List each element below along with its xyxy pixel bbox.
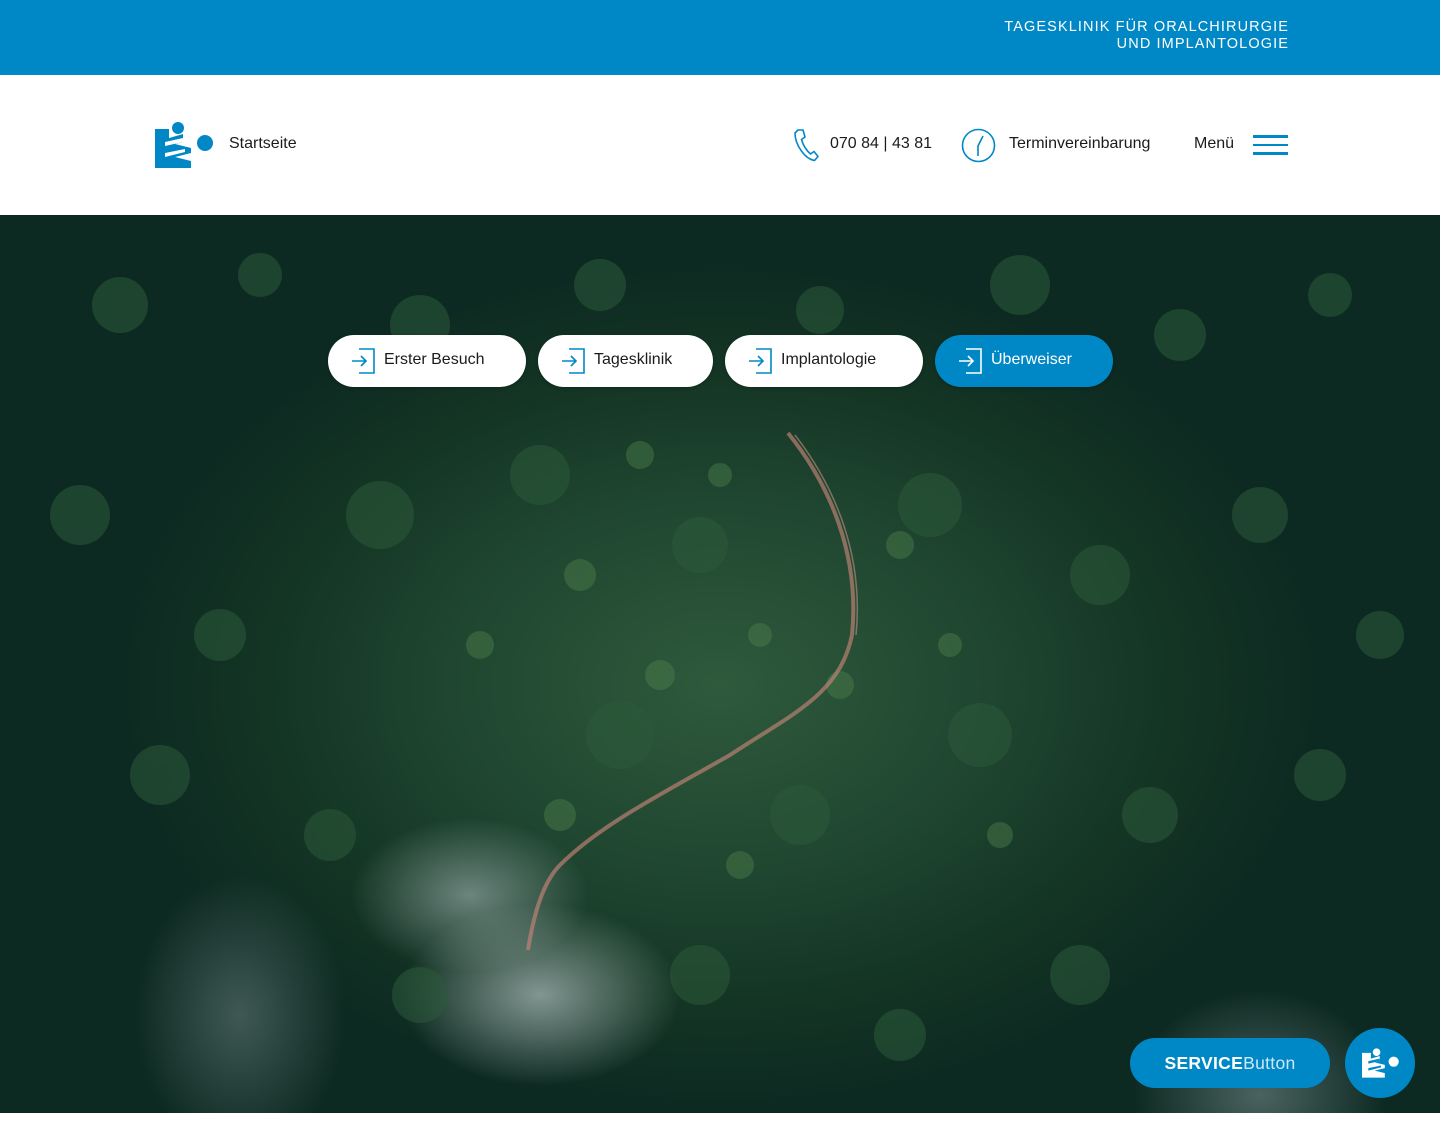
hamburger-line [1253, 143, 1288, 146]
tagline: TAGESKLINIK FÜR ORALCHIRURGIE UND IMPLAN… [1004, 19, 1289, 53]
nav-pill-label: Tagesklinik [594, 351, 673, 368]
hamburger-line [1253, 152, 1288, 155]
phone-number[interactable]: 070 84 | 43 81 [830, 135, 932, 153]
login-arrow-icon [561, 348, 585, 374]
nav-pill-erster-besuch[interactable]: Erster Besuch [328, 335, 526, 387]
hamburger-icon[interactable] [1253, 135, 1288, 155]
site-header: Startseite 070 84 | 43 81 Terminvereinba… [0, 75, 1440, 215]
top-bar: TAGESKLINIK FÜR ORALCHIRURGIE UND IMPLAN… [0, 0, 1440, 75]
clinic-logo-icon [1362, 1048, 1399, 1078]
login-arrow-icon [351, 348, 375, 374]
service-label-light: Button [1243, 1053, 1296, 1073]
appointment-link[interactable]: Terminvereinbarung [1009, 135, 1150, 153]
hero-image: Erster Besuch Tagesklinik Implantologie … [0, 215, 1440, 1113]
service-label-strong: SERVICE [1164, 1053, 1244, 1073]
menu-label[interactable]: Menü [1194, 135, 1234, 153]
clock-icon[interactable] [961, 128, 996, 163]
tagline-line-1: TAGESKLINIK FÜR ORALCHIRURGIE [1004, 19, 1289, 35]
home-link[interactable]: Startseite [229, 135, 297, 153]
service-button[interactable]: SERVICEButton [1130, 1038, 1330, 1088]
nav-pill-label: Überweiser [991, 351, 1072, 368]
login-arrow-icon [748, 348, 772, 374]
login-arrow-icon [958, 348, 982, 374]
nav-pill-implantologie[interactable]: Implantologie [725, 335, 923, 387]
hamburger-line [1253, 135, 1288, 138]
nav-pill-ueberweiser[interactable]: Überweiser [935, 335, 1113, 387]
forest-texture [50, 253, 1404, 1061]
tagline-line-2: UND IMPLANTOLOGIE [1116, 36, 1289, 52]
nav-pill-label: Erster Besuch [384, 351, 485, 368]
service-circle-button[interactable] [1345, 1028, 1415, 1098]
nav-pill-label: Implantologie [781, 351, 877, 368]
phone-icon[interactable] [793, 128, 819, 162]
clinic-logo-icon[interactable] [155, 120, 215, 170]
nav-pill-tagesklinik[interactable]: Tagesklinik [538, 335, 713, 387]
